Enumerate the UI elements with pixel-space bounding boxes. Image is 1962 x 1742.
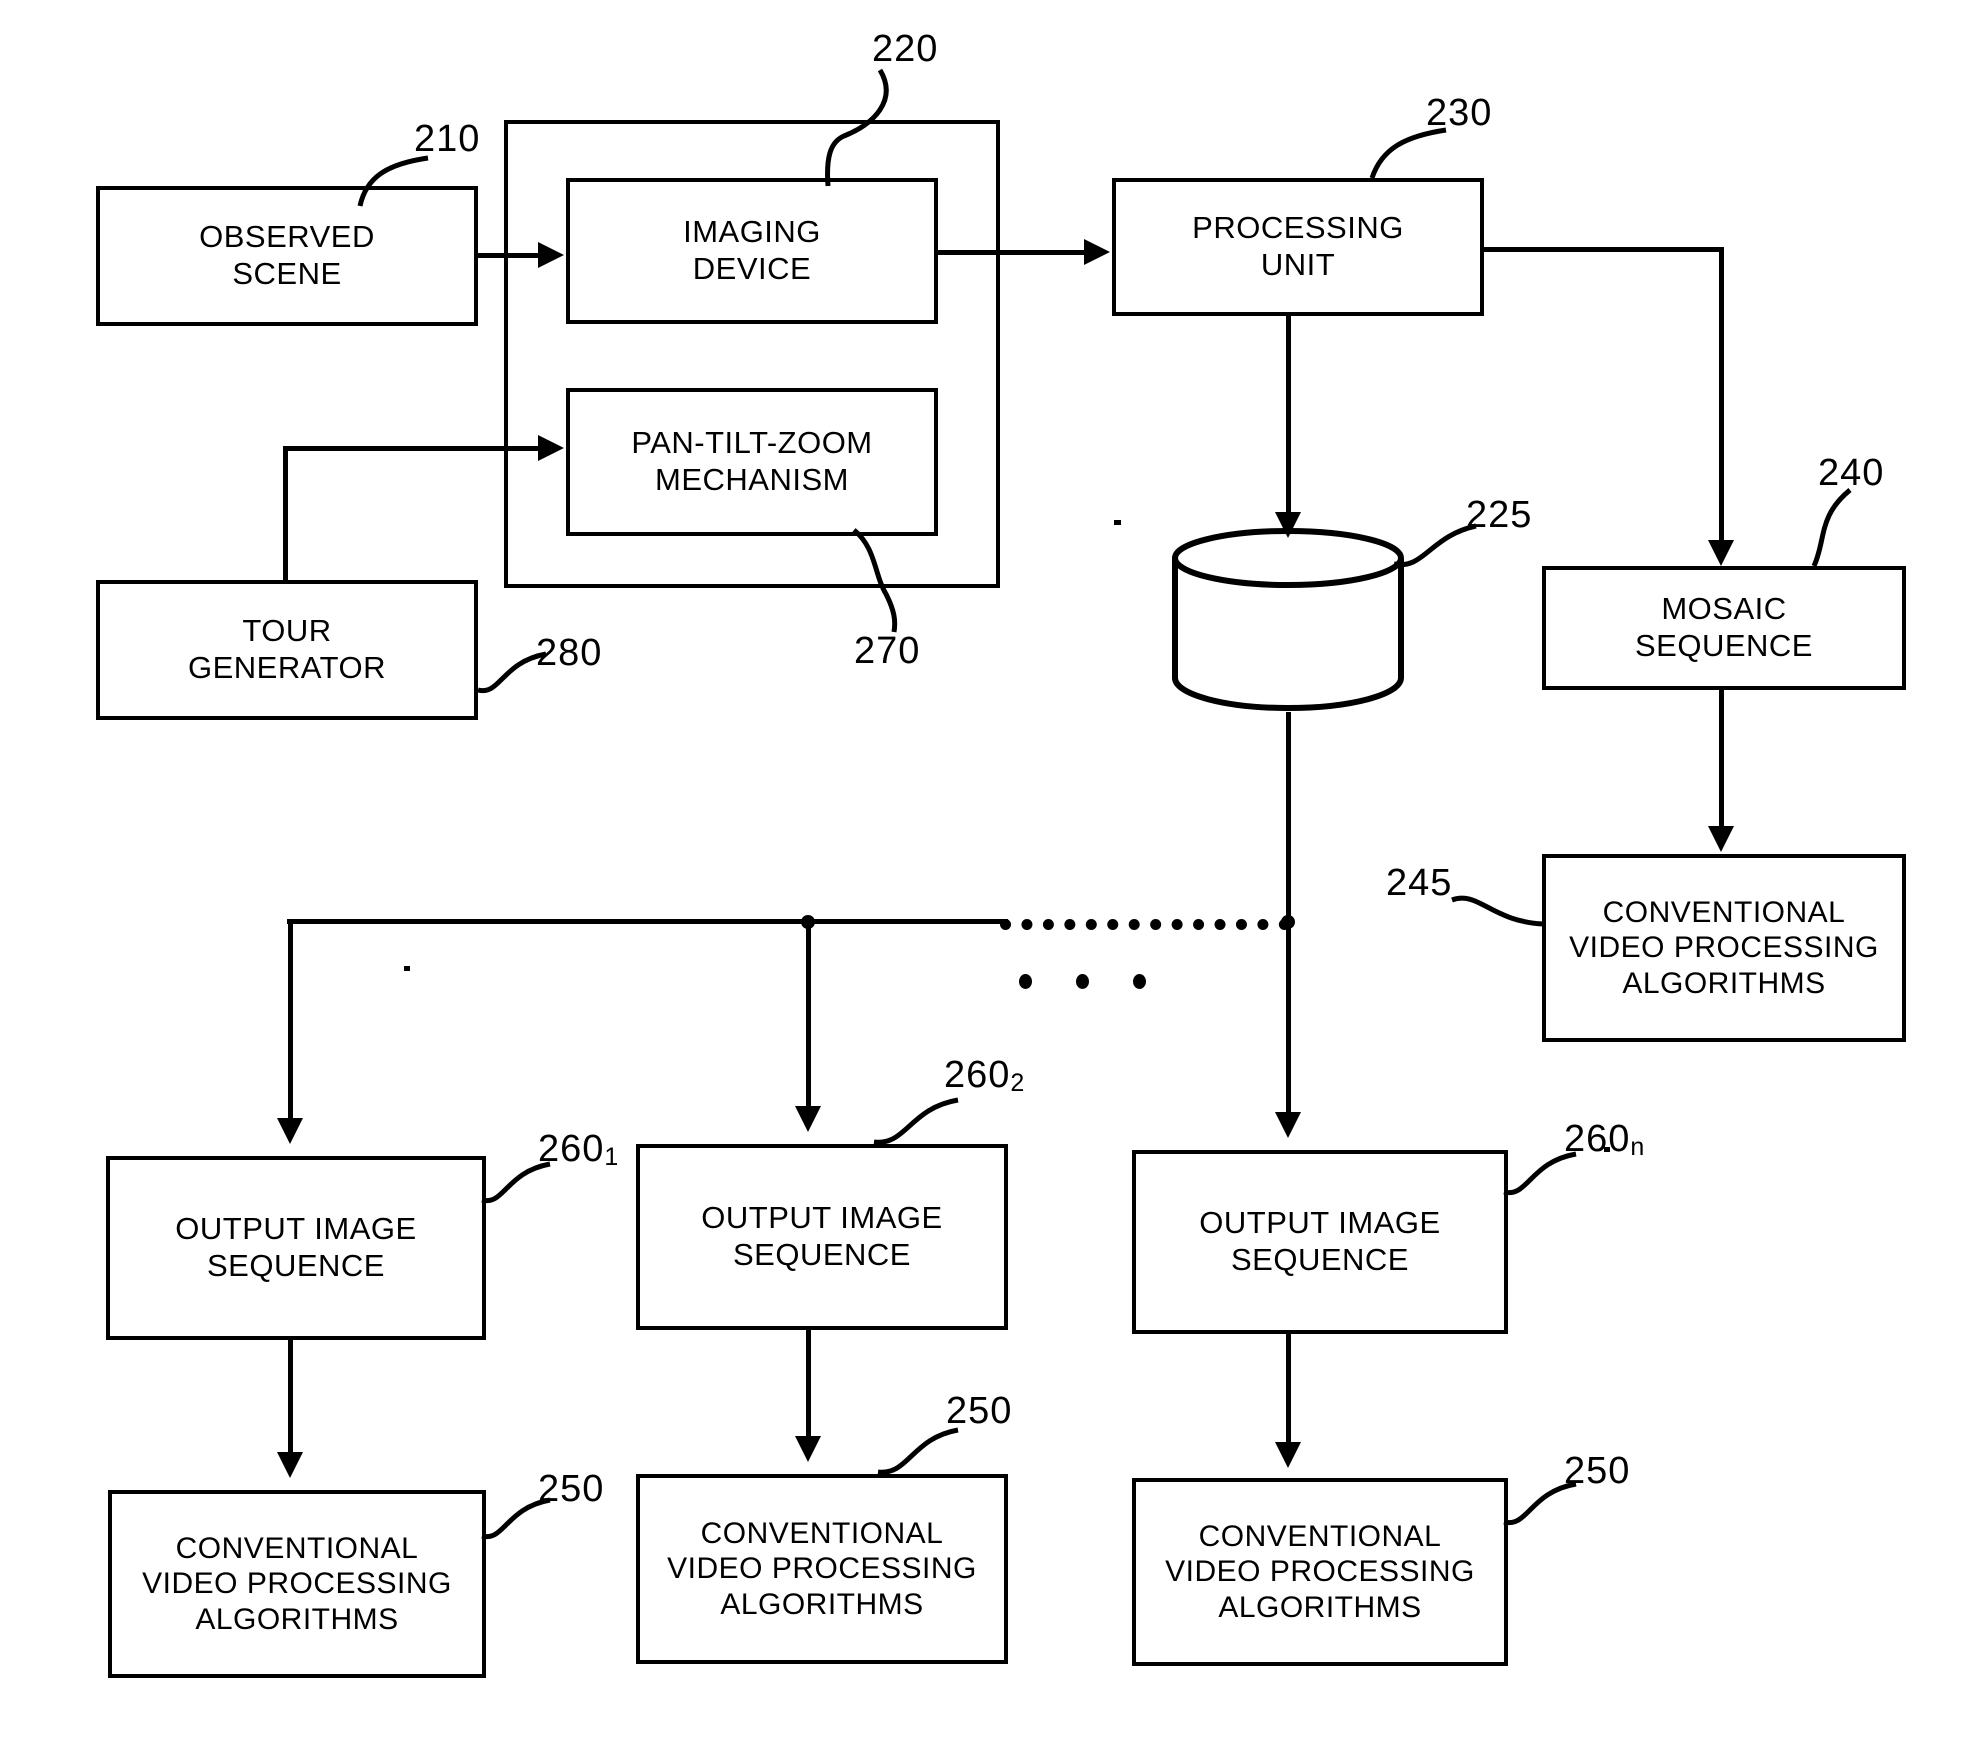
node-line: OUTPUT IMAGE bbox=[1199, 1205, 1441, 1241]
node-tour-generator[interactable]: TOUR GENERATOR bbox=[96, 580, 478, 720]
edge-processing-down-to-mosaic bbox=[1719, 247, 1724, 543]
arrow-to-mosaic-sequence bbox=[1708, 540, 1734, 566]
edge-tour-to-ptz bbox=[283, 446, 540, 451]
node-line: ALGORITHMS bbox=[720, 1587, 924, 1621]
scan-speck bbox=[1114, 520, 1121, 525]
node-line: SCENE bbox=[232, 256, 342, 291]
node-line: ALGORITHMS bbox=[195, 1602, 399, 1636]
node-line: OBSERVED bbox=[199, 219, 375, 255]
node-conventional-video-processing-mosaic[interactable]: CONVENTIONAL VIDEO PROCESSING ALGORITHMS bbox=[1542, 854, 1906, 1042]
node-output-image-sequence-n[interactable]: OUTPUT IMAGE SEQUENCE bbox=[1132, 1150, 1508, 1334]
node-line: VIDEO PROCESSING bbox=[1165, 1555, 1475, 1589]
ref-250-1: 250 bbox=[538, 1468, 605, 1510]
node-line: TOUR bbox=[242, 613, 332, 649]
ellipsis-dot bbox=[1133, 974, 1146, 989]
distribution-bus-left bbox=[287, 919, 1008, 924]
ellipsis-dot bbox=[1076, 974, 1089, 989]
node-line: OUTPUT IMAGE bbox=[701, 1200, 943, 1236]
node-line: ALGORITHMS bbox=[1218, 1590, 1422, 1624]
arrow-bus-to-output-n bbox=[1275, 1112, 1301, 1138]
node-processing-unit[interactable]: PROCESSING UNIT bbox=[1112, 178, 1484, 316]
ref-260-1: 2601 bbox=[538, 1128, 619, 1171]
node-line: VIDEO PROCESSING bbox=[667, 1552, 977, 1586]
node-line: VIDEO PROCESSING bbox=[1569, 931, 1879, 965]
distribution-bus-dotted bbox=[1000, 919, 1290, 930]
node-line: GENERATOR bbox=[188, 650, 386, 685]
node-conventional-video-processing-1[interactable]: CONVENTIONAL VIDEO PROCESSING ALGORITHMS bbox=[108, 1490, 486, 1678]
node-conventional-video-processing-n[interactable]: CONVENTIONAL VIDEO PROCESSING ALGORITHMS bbox=[1132, 1478, 1508, 1666]
edge-tour-up bbox=[283, 446, 288, 582]
leader-220 bbox=[824, 62, 908, 192]
node-line: MOSAIC bbox=[1661, 591, 1787, 627]
node-imaging-device[interactable]: IMAGING DEVICE bbox=[566, 178, 938, 324]
edge-outputn-to-cvpan bbox=[1286, 1334, 1291, 1448]
scan-speck bbox=[404, 966, 410, 971]
ref-225: 225 bbox=[1466, 494, 1533, 536]
node-output-image-sequence-1[interactable]: OUTPUT IMAGE SEQUENCE bbox=[106, 1156, 486, 1340]
node-line: PROCESSING bbox=[1192, 210, 1404, 246]
leader-270 bbox=[848, 524, 912, 636]
node-mosaic-sequence[interactable]: MOSAIC SEQUENCE bbox=[1542, 566, 1906, 690]
edge-output1-to-cvpa1 bbox=[288, 1340, 293, 1458]
edge-store-to-bus bbox=[1286, 712, 1291, 922]
node-line: IMAGING bbox=[683, 214, 821, 250]
ref-220: 220 bbox=[872, 28, 939, 70]
arrow-outputn-to-cvpan bbox=[1275, 1442, 1301, 1468]
ref-260-2: 2602 bbox=[944, 1054, 1025, 1097]
node-line: SEQUENCE bbox=[733, 1237, 911, 1272]
node-line: SEQUENCE bbox=[207, 1248, 385, 1283]
arrow-output1-to-cvpa1 bbox=[277, 1452, 303, 1478]
node-line: SEQUENCE bbox=[1635, 628, 1813, 663]
node-line: SEQUENCE bbox=[1231, 1242, 1409, 1277]
edge-output2-to-cvpa2 bbox=[806, 1330, 811, 1442]
ellipsis-dot bbox=[1019, 974, 1032, 989]
arrow-tour-to-ptz bbox=[538, 435, 564, 461]
edge-processing-right bbox=[1484, 247, 1724, 252]
arrow-processing-to-store bbox=[1275, 512, 1301, 538]
ref-230: 230 bbox=[1426, 92, 1493, 134]
arrow-output2-to-cvpa2 bbox=[795, 1436, 821, 1462]
node-line: DEVICE bbox=[692, 251, 812, 286]
arrow-bus-to-output-2 bbox=[795, 1106, 821, 1132]
node-line: CONVENTIONAL bbox=[1198, 1519, 1442, 1553]
ref-250-2: 250 bbox=[946, 1390, 1013, 1432]
ref-270: 270 bbox=[854, 630, 921, 672]
leader-245 bbox=[1450, 882, 1548, 938]
ref-260-n: 260n bbox=[1564, 1118, 1645, 1161]
edge-bus-to-output-1 bbox=[288, 919, 293, 1123]
arrow-imaging-to-processing bbox=[1084, 239, 1110, 265]
node-line: VIDEO PROCESSING bbox=[142, 1567, 452, 1601]
edge-scene-to-imaging bbox=[478, 253, 540, 258]
edge-mosaic-to-cvpa bbox=[1719, 690, 1724, 830]
image-store-cylinder[interactable] bbox=[1168, 528, 1408, 718]
arrow-scene-to-imaging bbox=[538, 242, 564, 268]
node-line: UNIT bbox=[1260, 247, 1336, 282]
node-line: OUTPUT IMAGE bbox=[175, 1211, 417, 1247]
ref-245: 245 bbox=[1386, 862, 1453, 904]
ref-240: 240 bbox=[1818, 452, 1885, 494]
edge-imaging-to-processing bbox=[938, 250, 1086, 255]
node-pan-tilt-zoom-mechanism[interactable]: PAN-TILT-ZOOM MECHANISM bbox=[566, 388, 938, 536]
node-line: CONVENTIONAL bbox=[700, 1516, 944, 1550]
node-conventional-video-processing-2[interactable]: CONVENTIONAL VIDEO PROCESSING ALGORITHMS bbox=[636, 1474, 1008, 1664]
edge-bus-to-output-n bbox=[1286, 919, 1291, 1117]
edge-bus-to-output-2 bbox=[806, 919, 811, 1111]
edge-processing-to-store bbox=[1286, 316, 1291, 532]
node-output-image-sequence-2[interactable]: OUTPUT IMAGE SEQUENCE bbox=[636, 1144, 1008, 1330]
arrow-bus-to-output-1 bbox=[277, 1118, 303, 1144]
patent-figure-canvas: OBSERVED SCENE IMAGING DEVICE PAN-TILT-Z… bbox=[0, 0, 1962, 1742]
node-line: ALGORITHMS bbox=[1622, 966, 1826, 1000]
ref-210: 210 bbox=[414, 118, 481, 160]
node-line: CONVENTIONAL bbox=[175, 1531, 419, 1565]
node-line: MECHANISM bbox=[655, 462, 849, 497]
ref-250-n: 250 bbox=[1564, 1450, 1631, 1492]
arrow-mosaic-to-cvpa bbox=[1708, 826, 1734, 852]
ref-280: 280 bbox=[536, 632, 603, 674]
node-line: CONVENTIONAL bbox=[1602, 895, 1846, 929]
node-line: PAN-TILT-ZOOM bbox=[631, 425, 873, 461]
